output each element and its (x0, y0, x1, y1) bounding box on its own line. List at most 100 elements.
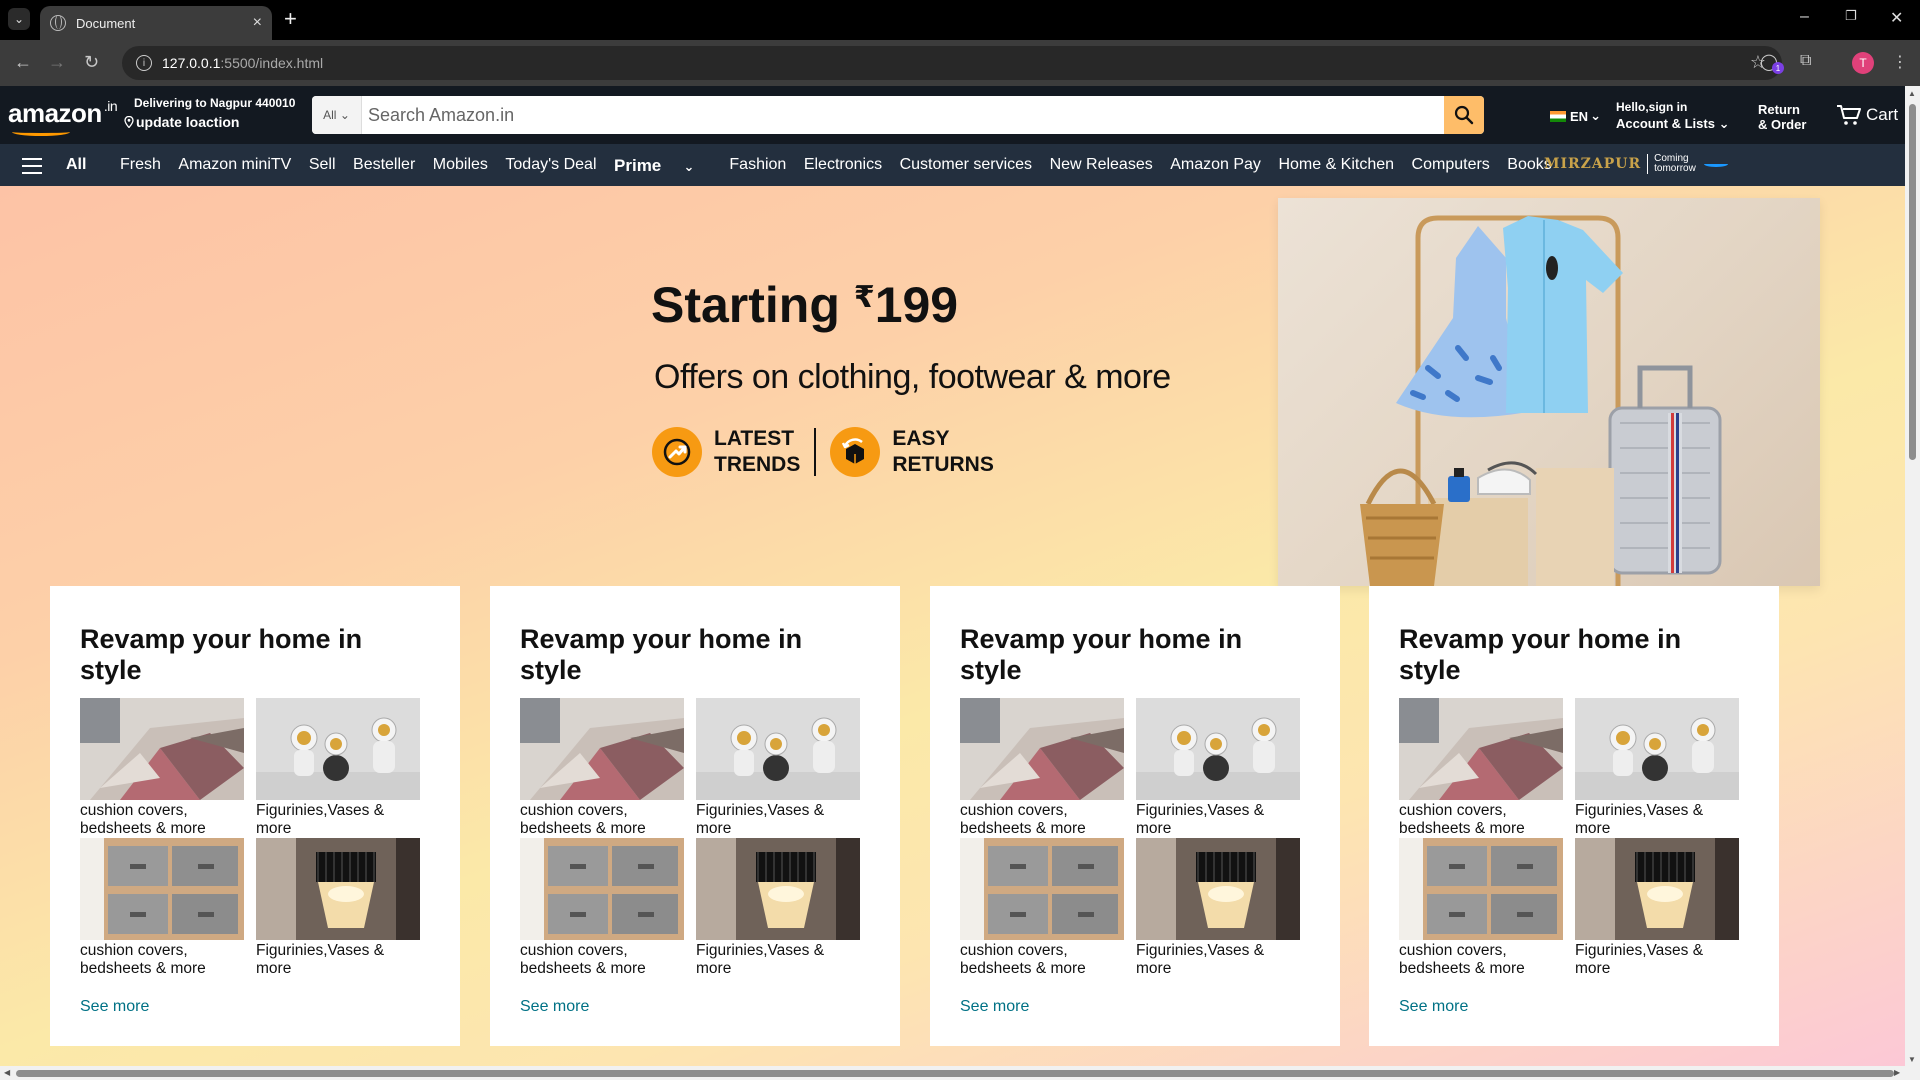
scrollbar-thumb[interactable] (1909, 104, 1916, 460)
wall-lamp-image (696, 838, 860, 940)
nav-item-todays-deal[interactable]: Today's Deal (505, 156, 596, 176)
mirzapur-promo[interactable]: MIRZAPUR Coming tomorrow (1544, 154, 1728, 174)
nav-item-minitv[interactable]: Amazon miniTV (178, 156, 291, 176)
hero-subtitle: Offers on clothing, footwear & more (654, 358, 1171, 396)
cart-button[interactable]: Cart (1836, 104, 1898, 126)
product-tile-lamp[interactable]: Figurinies,Vases & more (696, 838, 860, 978)
figurines-image (1575, 698, 1739, 800)
tile-label: Figurinies,Vases & more (1136, 802, 1265, 837)
browser-tab-strip: ⌄ Document × + – ❐ ✕ (0, 0, 1920, 40)
product-tile-rug[interactable]: cushion covers, bedsheets & more (80, 698, 244, 838)
account-menu[interactable]: Hello,sign in Account & Lists ⌄ (1616, 100, 1730, 132)
puzzle-icon[interactable]: ⧉ (1800, 52, 1811, 70)
scroll-up-icon[interactable]: ▲ (1908, 89, 1916, 98)
card-title: Revamp your home in style (1399, 624, 1682, 685)
nav-item-electronics[interactable]: Electronics (804, 156, 882, 176)
product-tile-rug[interactable]: cushion covers, bedsheets & more (520, 698, 684, 838)
nav-item-bestseller[interactable]: Besteller (353, 156, 415, 176)
product-tile-lamp[interactable]: Figurinies,Vases & more (1575, 838, 1739, 978)
search-input[interactable] (362, 96, 1444, 134)
wall-lamp-image (256, 838, 420, 940)
product-tile-storage[interactable]: cushion covers, bedsheets & more (80, 838, 244, 978)
scroll-down-icon[interactable]: ▼ (1908, 1055, 1916, 1064)
nav-item-computers[interactable]: Computers (1412, 156, 1490, 176)
tile-label: cushion covers, bedsheets & more (1399, 942, 1525, 977)
account-greeting: Hello,sign in (1616, 100, 1688, 114)
storage-image (80, 838, 244, 940)
nav-item-fresh[interactable]: Fresh (120, 156, 161, 176)
back-icon[interactable]: ← (14, 52, 32, 73)
category-card: Revamp your home in style cushion covers… (1369, 586, 1779, 1046)
product-tile-figurines[interactable]: Figurinies,Vases & more (256, 698, 420, 838)
returns-line2: & Order (1758, 117, 1807, 132)
tile-label: cushion covers, bedsheets & more (960, 942, 1086, 977)
product-tile-figurines[interactable]: Figurinies,Vases & more (1136, 698, 1300, 838)
url-field[interactable]: i 127.0.0.1:5500/index.html ☆ (122, 46, 1782, 80)
category-card: Revamp your home in style cushion covers… (50, 586, 460, 1046)
storage-image (1399, 838, 1563, 940)
nav-item-customer-services[interactable]: Customer services (900, 156, 1032, 176)
figurines-image (1136, 698, 1300, 800)
search-category-select[interactable]: All ⌄ (312, 96, 362, 134)
see-more-link[interactable]: See more (520, 998, 589, 1016)
site-info-icon[interactable]: i (136, 55, 152, 71)
search-button[interactable] (1444, 96, 1484, 134)
product-tile-figurines[interactable]: Figurinies,Vases & more (1575, 698, 1739, 838)
nav-item-fashion[interactable]: Fashion (729, 156, 786, 176)
forward-icon[interactable]: → (48, 52, 66, 73)
product-tile-rug[interactable]: cushion covers, bedsheets & more (1399, 698, 1563, 838)
horizontal-scrollbar[interactable]: ◀ ▶ (0, 1066, 1920, 1080)
nav-item-mobiles[interactable]: Mobiles (433, 156, 488, 176)
tile-label: Figurinies,Vases & more (1136, 942, 1265, 977)
tile-label: Figurinies,Vases & more (1575, 942, 1704, 977)
product-tile-storage[interactable]: cushion covers, bedsheets & more (960, 838, 1124, 978)
tile-label: cushion covers, bedsheets & more (520, 802, 646, 837)
restore-button[interactable]: ❐ (1845, 8, 1857, 24)
see-more-link[interactable]: See more (960, 998, 1029, 1016)
kebab-menu-icon[interactable]: ⋮ (1892, 52, 1908, 72)
wall-lamp-image (1136, 838, 1300, 940)
nav-all[interactable]: All (66, 156, 86, 174)
returns-orders-link[interactable]: Return & Order (1758, 102, 1806, 132)
rug-image (960, 698, 1124, 800)
nav-item-prime[interactable]: Prime ⌄ (614, 156, 712, 176)
scroll-left-icon[interactable]: ◀ (4, 1068, 10, 1077)
chevron-down-icon: ⌄ (1718, 116, 1730, 131)
product-tile-storage[interactable]: cushion covers, bedsheets & more (1399, 838, 1563, 978)
see-more-link[interactable]: See more (1399, 998, 1468, 1016)
see-more-link[interactable]: See more (80, 998, 149, 1016)
minimize-button[interactable]: – (1800, 8, 1809, 26)
tile-label: Figurinies,Vases & more (256, 942, 385, 977)
window-close-button[interactable]: ✕ (1890, 8, 1903, 28)
rug-image (1399, 698, 1563, 800)
nav-item-new-releases[interactable]: New Releases (1050, 156, 1153, 176)
returns-line1: Return (1758, 102, 1800, 117)
tab-search-button[interactable]: ⌄ (8, 8, 30, 30)
vertical-scrollbar[interactable]: ▲ ▼ (1905, 86, 1920, 1066)
product-tile-storage[interactable]: cushion covers, bedsheets & more (520, 838, 684, 978)
scrollbar-thumb[interactable] (16, 1070, 1894, 1077)
language-selector[interactable]: EN ⌄ (1550, 108, 1601, 124)
browser-tab[interactable]: Document × (40, 6, 272, 40)
scroll-right-icon[interactable]: ▶ (1894, 1068, 1900, 1077)
extension-badge: 1 (1772, 62, 1784, 74)
tile-label: cushion covers, bedsheets & more (1399, 802, 1525, 837)
hamburger-menu-icon[interactable] (22, 158, 42, 179)
product-tile-lamp[interactable]: Figurinies,Vases & more (256, 838, 420, 978)
delivery-location[interactable]: Delivering to Nagpur 440010 update loact… (124, 96, 295, 130)
close-icon[interactable]: × (253, 14, 262, 32)
profile-avatar[interactable]: T (1852, 52, 1874, 74)
product-tile-rug[interactable]: cushion covers, bedsheets & more (960, 698, 1124, 838)
nav-item-home-kitchen[interactable]: Home & Kitchen (1278, 156, 1394, 176)
amazon-logo[interactable]: amazon .in (8, 98, 118, 136)
hero-title: Starting ₹199 (651, 276, 958, 334)
reload-icon[interactable]: ↻ (84, 52, 99, 73)
site-header: amazon .in Delivering to Nagpur 440010 up… (0, 86, 1905, 144)
nav-item-sell[interactable]: Sell (309, 156, 336, 176)
chevron-down-icon: ⌄ (339, 108, 350, 122)
nav-item-amazon-pay[interactable]: Amazon Pay (1170, 156, 1261, 176)
figurines-image (696, 698, 860, 800)
new-tab-button[interactable]: + (284, 8, 297, 30)
product-tile-lamp[interactable]: Figurinies,Vases & more (1136, 838, 1300, 978)
product-tile-figurines[interactable]: Figurinies,Vases & more (696, 698, 860, 838)
